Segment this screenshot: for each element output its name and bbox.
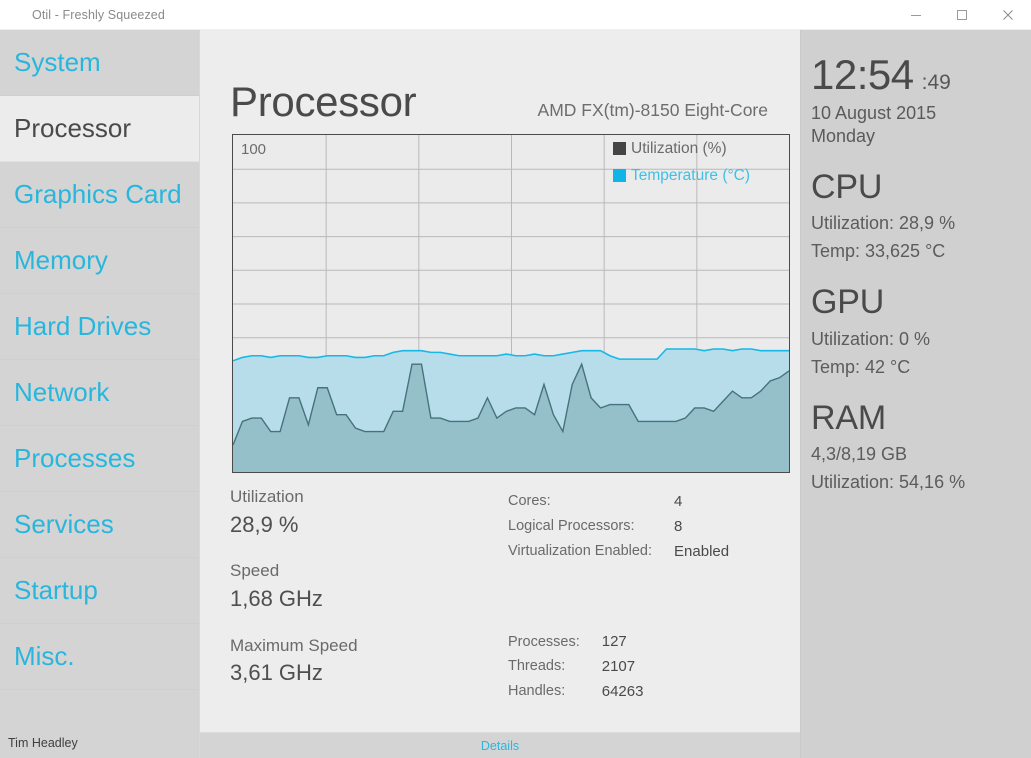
right-panel: 12:54 :49 10 August 2015 Monday CPU Util… xyxy=(800,30,1031,758)
cpu-summary-title: CPU xyxy=(811,168,883,206)
sidebar-filler xyxy=(0,690,199,730)
counter-value: 64263 xyxy=(601,682,644,700)
ram-summary-title: RAM xyxy=(811,398,886,437)
spec-key: Cores: xyxy=(508,493,551,510)
gpu-utilization-line: Utilization: 0 % xyxy=(811,328,931,349)
clock-weekday: Monday xyxy=(811,126,876,146)
cpu-summary: CPU Utilization: 28,9 % Temp: 33,625 °C xyxy=(811,168,1031,262)
table-row: Cores: 4 xyxy=(508,491,729,516)
sidebar-item-services[interactable]: Services xyxy=(0,492,199,558)
spec-key: Logical Processors: xyxy=(508,518,635,535)
stat-label: Utilization xyxy=(230,487,304,506)
stats-right-column: Cores: 4 Logical Processors: 8 Virtualiz… xyxy=(508,485,780,708)
main-content: Processor AMD FX(tm)-8150 Eight-Core 100 xyxy=(200,30,800,758)
gpu-summary-title: GPU xyxy=(811,283,885,322)
ram-summary: RAM 4,3/8,19 GB Utilization: 54,16 % xyxy=(811,398,1031,493)
stat-label: Speed xyxy=(230,561,280,581)
sidebar-user-name: Tim Headley xyxy=(0,730,199,758)
sidebar-item-system[interactable]: System xyxy=(0,30,199,96)
sidebar-item-network[interactable]: Network xyxy=(0,360,199,426)
clock-time: 12:54 xyxy=(811,51,914,98)
title-bar: Otil - Freshly Squeezed xyxy=(0,0,1031,30)
clock-date: 10 August 2015 xyxy=(811,103,937,123)
spec-value: 4 xyxy=(674,493,683,510)
cpu-utilization-line: Utilization: 28,9 % xyxy=(811,213,956,234)
legend-item-utilization: Utilization (%) xyxy=(603,135,789,162)
counter-key: Processes: xyxy=(508,633,580,650)
spec-key: Virtualization Enabled: xyxy=(508,542,653,559)
legend-label: Temperature (°C) xyxy=(631,166,751,184)
details-link[interactable]: Details xyxy=(481,739,519,753)
counter-key: Handles: xyxy=(508,683,566,700)
main-inner: Processor AMD FX(tm)-8150 Eight-Core 100 xyxy=(200,30,800,732)
table-row: Logical Processors: 8 xyxy=(508,516,729,541)
sidebar-item-label: System xyxy=(14,47,101,77)
sidebar-item-label: Startup xyxy=(14,575,98,605)
counter-value: 127 xyxy=(601,633,627,651)
close-icon[interactable] xyxy=(985,0,1031,30)
spec-value: Enabled xyxy=(674,542,730,560)
sidebar-item-label: Misc. xyxy=(14,641,75,671)
sidebar-item-misc[interactable]: Misc. xyxy=(0,624,199,690)
sidebar-item-memory[interactable]: Memory xyxy=(0,228,199,294)
sidebar-item-label: Graphics Card xyxy=(14,179,182,209)
sidebar: System Processor Graphics Card Memory Ha… xyxy=(0,30,200,758)
sidebar-item-label: Network xyxy=(14,377,110,407)
cpu-usage-chart: 100 Utilization (%) Temperature (°C) xyxy=(232,134,790,473)
page-header: Processor AMD FX(tm)-8150 Eight-Core xyxy=(230,30,780,134)
table-row: Virtualization Enabled: Enabled xyxy=(508,541,729,566)
stat-value: 3,61 GHz xyxy=(230,660,323,686)
sidebar-item-hard-drives[interactable]: Hard Drives xyxy=(0,294,199,360)
sidebar-item-label: Processes xyxy=(14,443,136,473)
cpu-specs-table: Cores: 4 Logical Processors: 8 Virtualiz… xyxy=(508,491,729,565)
minimize-icon[interactable] xyxy=(893,0,939,30)
counter-value: 2107 xyxy=(601,658,636,675)
ram-usage-line: 4,3/8,19 GB xyxy=(811,444,908,465)
stat-utilization: Utilization 28,9 % xyxy=(230,485,508,539)
stat-maximum-speed: Maximum Speed 3,61 GHz xyxy=(230,634,508,688)
counter-key: Threads: xyxy=(508,658,566,675)
app-window: Otil - Freshly Squeezed System Processor… xyxy=(0,0,1031,758)
sidebar-item-label: Memory xyxy=(14,245,108,275)
gpu-summary: GPU Utilization: 0 % Temp: 42 °C xyxy=(811,283,1031,377)
cpu-temp-line: Temp: 33,625 °C xyxy=(811,241,946,262)
page-title: Processor xyxy=(230,78,417,125)
clock: 12:54 :49 xyxy=(811,54,1031,96)
cpu-model-label: AMD FX(tm)-8150 Eight-Core xyxy=(537,100,768,120)
table-row: Handles: 64263 xyxy=(508,681,643,706)
legend-swatch-icon xyxy=(613,169,626,182)
sidebar-item-processor[interactable]: Processor xyxy=(0,96,199,162)
sidebar-item-startup[interactable]: Startup xyxy=(0,558,199,624)
stat-speed: Speed 1,68 GHz xyxy=(230,559,508,613)
stats-spacer xyxy=(508,565,780,631)
table-row: Threads: 2107 xyxy=(508,656,643,681)
sidebar-item-label: Services xyxy=(14,509,114,539)
sidebar-item-label: Hard Drives xyxy=(14,311,152,341)
clock-seconds: :49 xyxy=(921,71,951,94)
sidebar-item-processes[interactable]: Processes xyxy=(0,426,199,492)
sidebar-nav: System Processor Graphics Card Memory Ha… xyxy=(0,30,199,690)
stats-area: Utilization 28,9 % Speed 1,68 GHz Maximu… xyxy=(230,473,780,708)
chart-legend: Utilization (%) Temperature (°C) xyxy=(603,135,789,189)
gpu-temp-line: Temp: 42 °C xyxy=(811,356,911,377)
legend-label: Utilization (%) xyxy=(631,139,727,157)
sidebar-item-graphics-card[interactable]: Graphics Card xyxy=(0,162,199,228)
window-body: System Processor Graphics Card Memory Ha… xyxy=(0,30,1031,758)
spec-value: 8 xyxy=(674,517,683,535)
legend-item-temperature: Temperature (°C) xyxy=(603,162,789,189)
stat-value: 28,9 % xyxy=(230,511,299,537)
footer-bar: Details xyxy=(200,732,800,758)
stat-label: Maximum Speed xyxy=(230,635,358,655)
sidebar-item-label: Processor xyxy=(14,113,132,143)
table-row: Processes: 127 xyxy=(508,631,643,656)
stats-left-column: Utilization 28,9 % Speed 1,68 GHz Maximu… xyxy=(230,485,508,708)
system-counters-table: Processes: 127 Threads: 2107 Handles: 64… xyxy=(508,631,643,705)
stat-value: 1,68 GHz xyxy=(230,585,323,611)
maximize-icon[interactable] xyxy=(939,0,985,30)
ram-utilization-line: Utilization: 54,16 % xyxy=(811,472,966,493)
window-title: Otil - Freshly Squeezed xyxy=(32,7,165,22)
chart-y-max-label: 100 xyxy=(241,141,267,158)
legend-swatch-icon xyxy=(613,142,626,155)
